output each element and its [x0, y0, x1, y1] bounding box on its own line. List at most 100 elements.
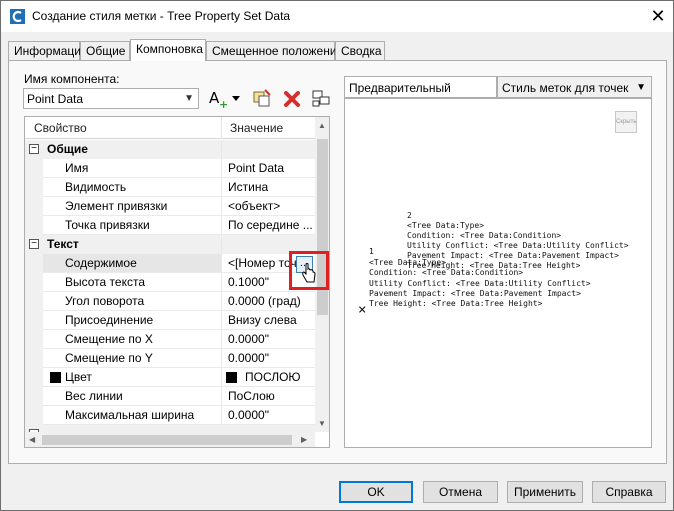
- property-row-name[interactable]: Имя Point Data: [25, 159, 315, 178]
- property-row-visibility[interactable]: Видимость Истина: [25, 178, 315, 197]
- property-value[interactable]: По середине ...: [228, 218, 313, 232]
- dialog-window: Создание стиля метки - Tree Property Set…: [0, 0, 674, 511]
- property-row-lineweight[interactable]: Вес линии ПоСлою: [25, 387, 315, 406]
- property-label: Видимость: [65, 180, 127, 194]
- property-row-attachment[interactable]: Присоединение Внизу слева: [25, 311, 315, 330]
- close-button[interactable]: ✕: [647, 6, 669, 26]
- column-header-value[interactable]: Значение: [230, 121, 283, 135]
- copy-component-button[interactable]: [249, 85, 275, 111]
- title-bar: Создание стиля метки - Tree Property Set…: [1, 1, 673, 32]
- component-name-value: Point Data: [27, 92, 84, 106]
- property-value[interactable]: 0.0000": [228, 332, 313, 346]
- property-row-anchor-point[interactable]: Точка привязки По середине ...: [25, 216, 315, 235]
- apply-button[interactable]: Применить: [507, 481, 583, 503]
- preview-text-line: <Tree Data:Type>: [369, 258, 447, 267]
- category-label: Общие: [47, 142, 88, 156]
- chevron-down-icon: ▼: [636, 82, 646, 93]
- property-value[interactable]: Истина: [228, 180, 313, 194]
- tab-info[interactable]: Информация: [8, 41, 87, 60]
- tab-general[interactable]: Общие: [80, 41, 130, 60]
- chevron-down-icon: ▼: [184, 93, 194, 104]
- property-value[interactable]: 0.0000": [228, 351, 313, 365]
- category-label: Текст: [47, 237, 79, 251]
- preview-text-line: 1: [369, 247, 374, 256]
- preview-text-line: Condition: <Tree Data:Condition>: [407, 231, 562, 240]
- preview-hide-button[interactable]: Скрыть: [615, 111, 637, 133]
- horizontal-scrollbar[interactable]: ◀ ▶: [25, 432, 315, 447]
- category-general[interactable]: − Общие: [25, 140, 315, 159]
- property-label: Точка привязки: [65, 218, 150, 232]
- component-name-label: Имя компонента:: [24, 72, 120, 86]
- tab-dragged-state[interactable]: Смещенное положение: [206, 41, 343, 60]
- preview-text-line: 2: [407, 211, 412, 220]
- property-row-color[interactable]: Цвет ПОСЛОЮ: [25, 368, 315, 387]
- preview-text-line: <Tree Data:Type>: [407, 221, 485, 230]
- add-component-button[interactable]: A +: [206, 85, 242, 111]
- cancel-button[interactable]: Отмена: [423, 481, 498, 503]
- preview-pane: Скрыть 2 <Tree Data:Type> Condition: <Tr…: [344, 98, 652, 448]
- property-label: Цвет: [65, 370, 92, 384]
- property-label: Максимальная ширина: [65, 408, 195, 422]
- copy-component-icon: [253, 89, 271, 107]
- property-label: Угол поворота: [65, 294, 145, 308]
- property-label: Содержимое: [65, 256, 137, 270]
- property-label: Смещение по X: [65, 332, 153, 346]
- category-text[interactable]: − Текст: [25, 235, 315, 254]
- properties-grid: Свойство Значение − Общие Имя Point Data…: [24, 116, 330, 448]
- scroll-down-arrow-icon[interactable]: ▼: [318, 419, 326, 428]
- window-title: Создание стиля метки - Tree Property Set…: [32, 9, 291, 23]
- preview-text-line: Condition: <Tree Data:Condition>: [369, 268, 524, 277]
- delete-component-icon: [284, 91, 300, 107]
- tab-summary[interactable]: Сводка: [335, 41, 385, 60]
- scroll-left-arrow-icon[interactable]: ◀: [29, 435, 35, 444]
- preview-label: Предварительный просмотр: [344, 76, 497, 109]
- horizontal-scroll-thumb[interactable]: [42, 435, 292, 445]
- property-label: Присоединение: [65, 313, 154, 327]
- property-value[interactable]: 0.0000 (град): [228, 294, 313, 308]
- property-row-x-offset[interactable]: Смещение по X 0.0000": [25, 330, 315, 349]
- property-value[interactable]: 0.0000": [228, 408, 313, 422]
- property-row-anchor-component[interactable]: Элемент привязки <объект>: [25, 197, 315, 216]
- grid-header: Свойство Значение: [25, 117, 315, 139]
- delete-component-button[interactable]: [278, 85, 304, 111]
- property-row-contents[interactable]: Содержимое <[Номер точ: [25, 254, 315, 273]
- preview-style-value: Стиль меток для точек: [502, 81, 629, 95]
- property-label: Элемент привязки: [65, 199, 168, 213]
- collapse-icon[interactable]: −: [29, 144, 39, 154]
- property-label: Вес линии: [65, 389, 123, 403]
- hand-cursor-icon: [302, 263, 316, 283]
- add-text-component-icon: A +: [209, 89, 240, 111]
- preview-style-select[interactable]: Стиль меток для точек ▼: [497, 76, 652, 98]
- color-swatch: [50, 372, 61, 383]
- component-draw-order-icon: [312, 90, 330, 107]
- draw-order-button[interactable]: [307, 85, 333, 111]
- property-value[interactable]: Point Data: [228, 161, 313, 175]
- component-name-combo[interactable]: Point Data ▼: [23, 88, 199, 109]
- column-header-property[interactable]: Свойство: [34, 121, 87, 135]
- property-row-text-height[interactable]: Высота текста 0.1000": [25, 273, 315, 292]
- preview-header: Предварительный просмотр Стиль меток для…: [344, 76, 652, 109]
- preview-text-line: Utility Conflict: <Tree Data:Utility Con…: [407, 241, 629, 250]
- property-row-rotation-angle[interactable]: Угол поворота 0.0000 (град): [25, 292, 315, 311]
- preview-text-line: Utility Conflict: <Tree Data:Utility Con…: [369, 279, 591, 288]
- property-label: Высота текста: [65, 275, 145, 289]
- color-value-swatch: [226, 372, 237, 383]
- property-value[interactable]: <объект>: [228, 199, 313, 213]
- property-row-max-width[interactable]: Максимальная ширина 0.0000": [25, 406, 315, 425]
- preview-text-line: Pavement Impact: <Tree Data:Pavement Imp…: [369, 289, 581, 298]
- property-row-y-offset[interactable]: Смещение по Y 0.0000": [25, 349, 315, 368]
- property-label: Имя: [65, 161, 89, 175]
- collapse-icon[interactable]: −: [29, 239, 39, 249]
- civil3d-app-icon: [10, 9, 25, 24]
- property-label: Смещение по Y: [65, 351, 153, 365]
- property-value[interactable]: ПоСлою: [228, 389, 313, 403]
- svg-text:+: +: [219, 98, 228, 111]
- preview-text-line: Tree Height: <Tree Data:Tree Height>: [369, 299, 543, 308]
- tab-layout[interactable]: Компоновка: [130, 39, 206, 61]
- scroll-up-arrow-icon[interactable]: ▲: [318, 121, 326, 130]
- property-value[interactable]: Внизу слева: [228, 313, 313, 327]
- scroll-right-arrow-icon[interactable]: ▶: [301, 435, 307, 444]
- help-button[interactable]: Справка: [592, 481, 666, 503]
- point-marker-icon: ×: [358, 302, 367, 318]
- ok-button[interactable]: OK: [339, 481, 413, 503]
